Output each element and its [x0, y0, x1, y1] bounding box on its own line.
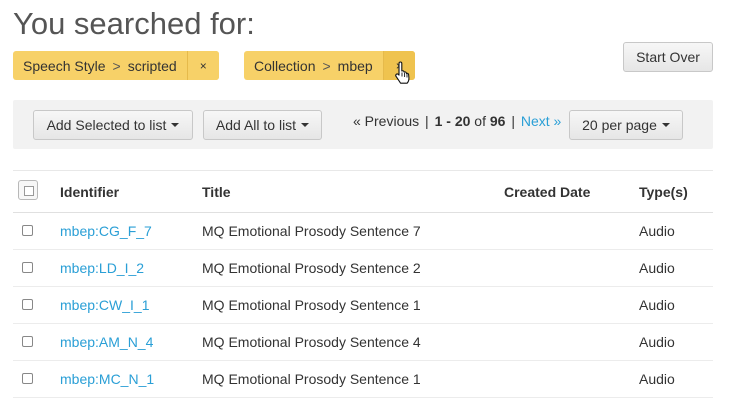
add-selected-label: Add Selected to list [46, 117, 167, 133]
select-all-checkbox[interactable] [18, 180, 38, 200]
constraint-separator-icon: > [112, 57, 121, 74]
identifier-link[interactable]: mbep:AM_N_4 [60, 334, 153, 350]
results-table: Identifier Title Created Date Type(s) mb… [13, 170, 713, 398]
total-count: 96 [489, 113, 506, 129]
identifier-link[interactable]: mbep:CG_F_7 [60, 223, 152, 239]
row-created-date [504, 212, 639, 250]
of-word: of [470, 113, 490, 129]
constraint-label[interactable]: Speech Style > scripted [13, 51, 187, 80]
row-title: MQ Emotional Prosody Sentence 1 [202, 286, 504, 324]
row-created-date [504, 249, 639, 287]
remove-constraint-button[interactable]: × [186, 51, 219, 80]
constraint-field: Collection [254, 57, 316, 74]
row-checkbox[interactable] [22, 373, 33, 384]
table-row: mbep:MC_N_1 MQ Emotional Prosody Sentenc… [13, 360, 713, 398]
constraint-field: Speech Style [23, 57, 106, 74]
row-title: MQ Emotional Prosody Sentence 7 [202, 212, 504, 250]
table-row: mbep:CW_I_1 MQ Emotional Prosody Sentenc… [13, 286, 713, 324]
row-type: Audio [639, 286, 713, 324]
header-identifier[interactable]: Identifier [60, 170, 202, 213]
row-checkbox[interactable] [22, 299, 33, 310]
row-title: MQ Emotional Prosody Sentence 1 [202, 360, 504, 398]
table-header-row: Identifier Title Created Date Type(s) [13, 170, 713, 213]
row-title: MQ Emotional Prosody Sentence 2 [202, 249, 504, 287]
header-types[interactable]: Type(s) [639, 170, 713, 213]
row-checkbox[interactable] [22, 262, 33, 273]
hand-cursor-icon [395, 61, 410, 84]
identifier-link[interactable]: mbep:MC_N_1 [60, 371, 154, 387]
table-row: mbep:LD_I_2 MQ Emotional Prosody Sentenc… [13, 249, 713, 287]
pagination: « Previous | 1 - 20 of 96 | Next » [353, 113, 562, 129]
table-row: mbep:AM_N_4 MQ Emotional Prosody Sentenc… [13, 323, 713, 361]
constraint-speech-style: Speech Style > scripted × [13, 51, 219, 80]
caret-down-icon [661, 123, 670, 127]
constraint-label[interactable]: Collection > mbep [244, 51, 383, 80]
caret-down-icon [301, 123, 310, 127]
identifier-link[interactable]: mbep:CW_I_1 [60, 297, 149, 313]
range-end: 20 [454, 113, 471, 129]
previous-link-disabled: « Previous [353, 113, 420, 129]
constraint-value: mbep [337, 57, 373, 74]
row-type: Audio [639, 323, 713, 361]
results-toolbar: Add Selected to list Add All to list « P… [13, 100, 713, 149]
row-checkbox[interactable] [22, 225, 33, 236]
table-row: mbep:CG_F_7 MQ Emotional Prosody Sentenc… [13, 212, 713, 250]
row-title: MQ Emotional Prosody Sentence 4 [202, 323, 504, 361]
range-separator: - [442, 113, 455, 129]
row-type: Audio [639, 212, 713, 250]
row-type: Audio [639, 249, 713, 287]
close-icon: × [199, 58, 207, 73]
row-created-date [504, 323, 639, 361]
next-page-link[interactable]: Next » [521, 113, 561, 129]
header-created-date[interactable]: Created Date [504, 170, 639, 213]
constraint-collection: Collection > mbep × [244, 51, 415, 80]
caret-down-icon [171, 123, 180, 127]
row-created-date [504, 286, 639, 324]
add-selected-to-list-button[interactable]: Add Selected to list [33, 110, 193, 140]
row-checkbox[interactable] [22, 336, 33, 347]
row-created-date [504, 360, 639, 398]
page-title: You searched for: [13, 6, 255, 41]
add-all-to-list-button[interactable]: Add All to list [203, 110, 322, 140]
per-page-dropdown[interactable]: 20 per page [569, 110, 683, 140]
row-type: Audio [639, 360, 713, 398]
constraint-value: scripted [127, 57, 177, 74]
start-over-button[interactable]: Start Over [623, 42, 713, 72]
add-all-label: Add All to list [215, 117, 297, 133]
constraint-separator-icon: > [322, 57, 331, 74]
per-page-label: 20 per page [582, 117, 657, 133]
header-title[interactable]: Title [202, 170, 504, 213]
identifier-link[interactable]: mbep:LD_I_2 [60, 260, 144, 276]
